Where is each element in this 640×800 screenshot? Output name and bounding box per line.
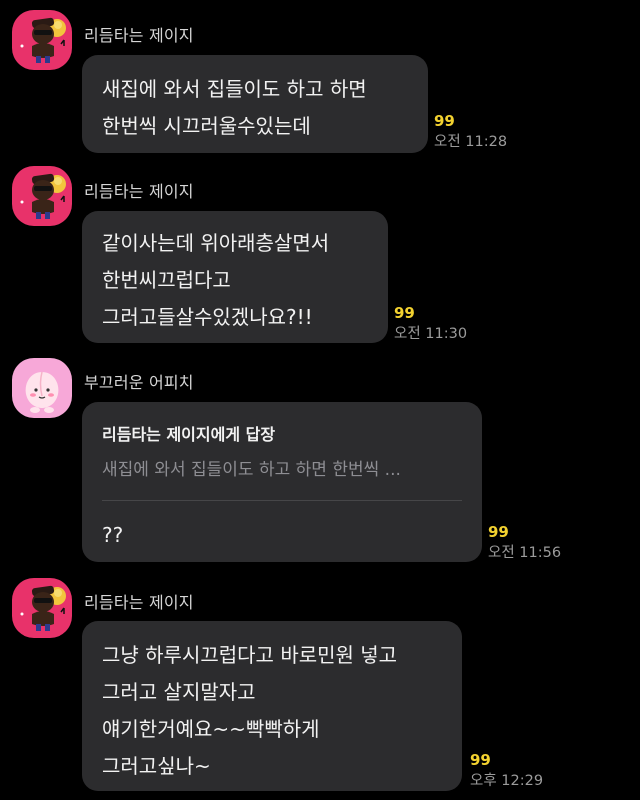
sender-name: 부끄러운 어피치 xyxy=(84,373,194,392)
sender-name: 리듬타는 제이지 xyxy=(84,182,194,201)
message-text-line: 얘기한거예요~~빡빡하게 xyxy=(102,717,320,741)
message-meta: 99 오전 11:56 xyxy=(488,523,561,563)
message-text-line: 한번씨끄럽다고 xyxy=(102,268,231,292)
unread-count: 99 xyxy=(434,112,455,130)
message-bubble[interactable]: 같이사는데 위아래층살면서 한번씨끄럽다고 그러고들살수있겠나요?!! xyxy=(82,211,388,343)
message-text-line: 그러고싶나~ xyxy=(102,754,211,778)
reply-title: 리듬타는 제이지에게 답장 xyxy=(102,425,276,444)
unread-count: 99 xyxy=(470,751,491,769)
message-time: 오전 11:28 xyxy=(434,134,508,150)
message-meta: 99 오전 11:30 xyxy=(394,304,467,344)
sender-name: 리듬타는 제이지 xyxy=(84,26,194,45)
unread-count: 99 xyxy=(488,523,509,541)
message-time: 오후 12:29 xyxy=(470,773,544,789)
message-text-line: 새집에 와서 집들이도 하고 하면 xyxy=(102,77,367,101)
message-text-line: 그러고 살지말자고 xyxy=(102,680,256,704)
message-text-line: 그러고들살수있겠나요?!! xyxy=(102,305,313,329)
jayg-avatar-icon[interactable] xyxy=(12,166,72,226)
unread-count: 99 xyxy=(394,304,415,322)
reply-quote[interactable]: 새집에 와서 집들이도 하고 하면 한번씩 ... xyxy=(102,458,462,482)
message-bubble[interactable]: 새집에 와서 집들이도 하고 하면 한번씩 시끄러울수있는데 xyxy=(82,55,428,153)
jayg-avatar-icon[interactable] xyxy=(12,578,72,638)
sender-name: 리듬타는 제이지 xyxy=(84,593,194,612)
apeach-avatar-icon[interactable] xyxy=(12,358,72,418)
message-time: 오전 11:56 xyxy=(488,545,562,561)
message-bubble[interactable]: 그냥 하루시끄럽다고 바로민원 넣고 그러고 살지말자고 얘기한거예요~~빡빡하… xyxy=(82,621,462,791)
message-meta: 99 오전 11:28 xyxy=(434,112,507,152)
message-text-line: 그냥 하루시끄럽다고 바로민원 넣고 xyxy=(102,643,398,667)
message-text-line: 한번씩 시끄러울수있는데 xyxy=(102,114,311,138)
jayg-avatar-icon[interactable] xyxy=(12,10,72,70)
message-text-line: 같이사는데 위아래층살면서 xyxy=(102,231,330,255)
message-meta: 99 오후 12:29 xyxy=(470,751,543,791)
reply-message-bubble[interactable]: 리듬타는 제이지에게 답장 새집에 와서 집들이도 하고 하면 한번씩 ... … xyxy=(82,402,482,562)
reply-divider xyxy=(102,500,462,501)
message-time: 오전 11:30 xyxy=(394,326,468,342)
message-text-line: ?? xyxy=(102,523,124,547)
